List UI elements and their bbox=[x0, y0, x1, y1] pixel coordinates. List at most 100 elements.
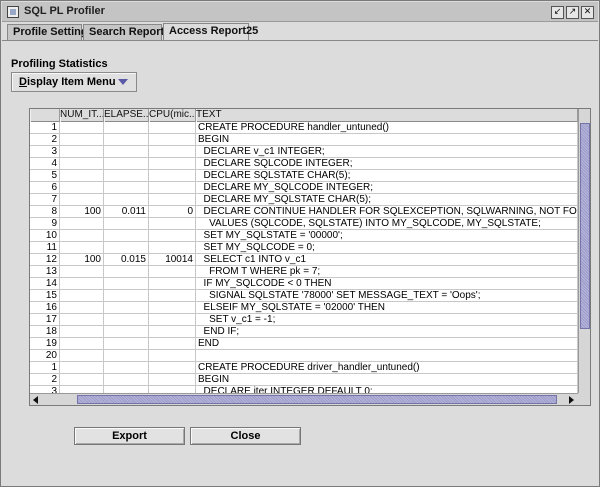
table-row[interactable]: 2 BEGIN bbox=[30, 374, 578, 386]
cell-cpu bbox=[149, 326, 196, 338]
vertical-scroll-thumb[interactable] bbox=[580, 123, 590, 329]
cell-text: BEGIN bbox=[196, 374, 578, 386]
cell-cpu bbox=[149, 374, 196, 386]
horizontal-scroll-thumb[interactable] bbox=[77, 395, 557, 404]
cell-num-iterations bbox=[60, 278, 104, 290]
column-header-text[interactable]: TEXT bbox=[196, 109, 578, 122]
cell-elapsed bbox=[104, 278, 149, 290]
cell-line: 6 bbox=[30, 182, 60, 194]
cell-cpu bbox=[149, 242, 196, 254]
cell-num-iterations bbox=[60, 194, 104, 206]
table-row[interactable]: 14 IF MY_SQLCODE < 0 THEN bbox=[30, 278, 578, 290]
cell-text: SELECT c1 INTO v_c1 bbox=[196, 254, 578, 266]
table-row[interactable]: 12 100 0.015 10014 SELECT c1 INTO v_c1 bbox=[30, 254, 578, 266]
column-header-elapsed[interactable]: ELAPSE... bbox=[104, 109, 149, 122]
horizontal-scrollbar[interactable] bbox=[30, 393, 578, 405]
table-row[interactable]: 11 SET MY_SQLCODE = 0; bbox=[30, 242, 578, 254]
table-row[interactable]: 6 DECLARE MY_SQLCODE INTEGER; bbox=[30, 182, 578, 194]
table-row[interactable]: 20 bbox=[30, 350, 578, 362]
title-bar[interactable]: SQL PL Profiler ↙ ↗ ✕ bbox=[2, 2, 598, 22]
table-body: 1 CREATE PROCEDURE handler_untuned() 2 BEGI… bbox=[30, 122, 578, 393]
table-row[interactable]: 17 SET v_c1 = -1; bbox=[30, 314, 578, 326]
cell-num-iterations bbox=[60, 386, 104, 393]
cell-text: SIGNAL SQLSTATE '78000' SET MESSAGE_TEXT… bbox=[196, 290, 578, 302]
cell-line: 1 bbox=[30, 122, 60, 134]
scroll-left-icon[interactable] bbox=[33, 396, 38, 404]
table-row[interactable]: 19 END bbox=[30, 338, 578, 350]
table-row[interactable]: 15 SIGNAL SQLSTATE '78000' SET MESSAGE_T… bbox=[30, 290, 578, 302]
cell-cpu bbox=[149, 362, 196, 374]
cell-num-iterations bbox=[60, 182, 104, 194]
cell-text: END IF; bbox=[196, 326, 578, 338]
close-icon[interactable]: ✕ bbox=[581, 6, 594, 19]
table-row[interactable]: 2 BEGIN bbox=[30, 134, 578, 146]
cell-text: ELSEIF MY_SQLSTATE = '02000' THEN bbox=[196, 302, 578, 314]
cell-cpu bbox=[149, 338, 196, 350]
column-header-line[interactable] bbox=[30, 109, 60, 122]
export-button[interactable]: Export bbox=[74, 427, 185, 445]
menu-label: isplay Item Menu bbox=[26, 76, 116, 88]
cell-cpu bbox=[149, 278, 196, 290]
cell-num-iterations bbox=[60, 122, 104, 134]
cell-text: CREATE PROCEDURE driver_handler_untuned(… bbox=[196, 362, 578, 374]
table-row[interactable]: 9 VALUES (SQLCODE, SQLSTATE) INTO MY_SQL… bbox=[30, 218, 578, 230]
cell-line: 14 bbox=[30, 278, 60, 290]
cell-cpu bbox=[149, 158, 196, 170]
cell-cpu bbox=[149, 314, 196, 326]
tab-search-report[interactable]: Search Report bbox=[83, 24, 164, 40]
cell-elapsed bbox=[104, 374, 149, 386]
cell-line: 11 bbox=[30, 242, 60, 254]
cell-elapsed bbox=[104, 218, 149, 230]
cell-elapsed bbox=[104, 290, 149, 302]
section-title: Profiling Statistics bbox=[11, 58, 108, 70]
cell-line: 2 bbox=[30, 374, 60, 386]
cell-line: 12 bbox=[30, 254, 60, 266]
tab-profile-setting[interactable]: Profile Setting bbox=[7, 24, 88, 40]
cell-elapsed bbox=[104, 158, 149, 170]
scroll-right-icon[interactable] bbox=[569, 396, 574, 404]
table-row[interactable]: 4 DECLARE SQLCODE INTEGER; bbox=[30, 158, 578, 170]
table-row[interactable]: 13 FROM T WHERE pk = 7; bbox=[30, 266, 578, 278]
table-row[interactable]: 8 100 0.011 0 DECLARE CONTINUE HANDLER FOR … bbox=[30, 206, 578, 218]
cell-cpu bbox=[149, 182, 196, 194]
column-header-num-iterations[interactable]: NUM_IT... bbox=[60, 109, 104, 122]
cell-elapsed bbox=[104, 314, 149, 326]
cell-elapsed bbox=[104, 338, 149, 350]
table-row[interactable]: 1 CREATE PROCEDURE handler_untuned() bbox=[30, 122, 578, 134]
cell-cpu bbox=[149, 350, 196, 362]
cell-text: SET MY_SQLCODE = 0; bbox=[196, 242, 578, 254]
cell-cpu bbox=[149, 194, 196, 206]
table-row[interactable]: 3 DECLARE iter INTEGER DEFAULT 0; bbox=[30, 386, 578, 393]
cell-text: DECLARE v_c1 INTEGER; bbox=[196, 146, 578, 158]
cell-line: 2 bbox=[30, 134, 60, 146]
vertical-scrollbar[interactable] bbox=[578, 109, 590, 393]
table-row[interactable]: 7 DECLARE MY_SQLSTATE CHAR(5); bbox=[30, 194, 578, 206]
cell-num-iterations bbox=[60, 158, 104, 170]
cell-cpu bbox=[149, 230, 196, 242]
table-row[interactable]: 10 SET MY_SQLSTATE = '00000'; bbox=[30, 230, 578, 242]
table-row[interactable]: 18 END IF; bbox=[30, 326, 578, 338]
column-header-cpu[interactable]: CPU(mic... bbox=[149, 109, 196, 122]
cell-elapsed bbox=[104, 362, 149, 374]
table-row[interactable]: 3 DECLARE v_c1 INTEGER; bbox=[30, 146, 578, 158]
minimize-icon[interactable]: ↙ bbox=[551, 6, 564, 19]
display-item-menu-button[interactable]: Display Item Menu bbox=[11, 72, 137, 92]
cell-cpu bbox=[149, 386, 196, 393]
cell-elapsed bbox=[104, 146, 149, 158]
maximize-icon[interactable]: ↗ bbox=[566, 6, 579, 19]
profiler-window: SQL PL Profiler ↙ ↗ ✕ Profile Setting Se… bbox=[0, 0, 600, 487]
close-button[interactable]: Close bbox=[190, 427, 301, 445]
cell-cpu bbox=[149, 266, 196, 278]
cell-line: 18 bbox=[30, 326, 60, 338]
cell-num-iterations bbox=[60, 338, 104, 350]
table-row[interactable]: 16 ELSEIF MY_SQLSTATE = '02000' THEN bbox=[30, 302, 578, 314]
cell-cpu: 0 bbox=[149, 206, 196, 218]
cell-text: FROM T WHERE pk = 7; bbox=[196, 266, 578, 278]
cell-cpu bbox=[149, 170, 196, 182]
cell-elapsed: 0.015 bbox=[104, 254, 149, 266]
table-row[interactable]: 5 DECLARE SQLSTATE CHAR(5); bbox=[30, 170, 578, 182]
table-row[interactable]: 1 CREATE PROCEDURE driver_handler_untuned… bbox=[30, 362, 578, 374]
cell-elapsed bbox=[104, 122, 149, 134]
tab-access-report[interactable]: Access Report25 bbox=[163, 23, 258, 41]
cell-cpu bbox=[149, 146, 196, 158]
